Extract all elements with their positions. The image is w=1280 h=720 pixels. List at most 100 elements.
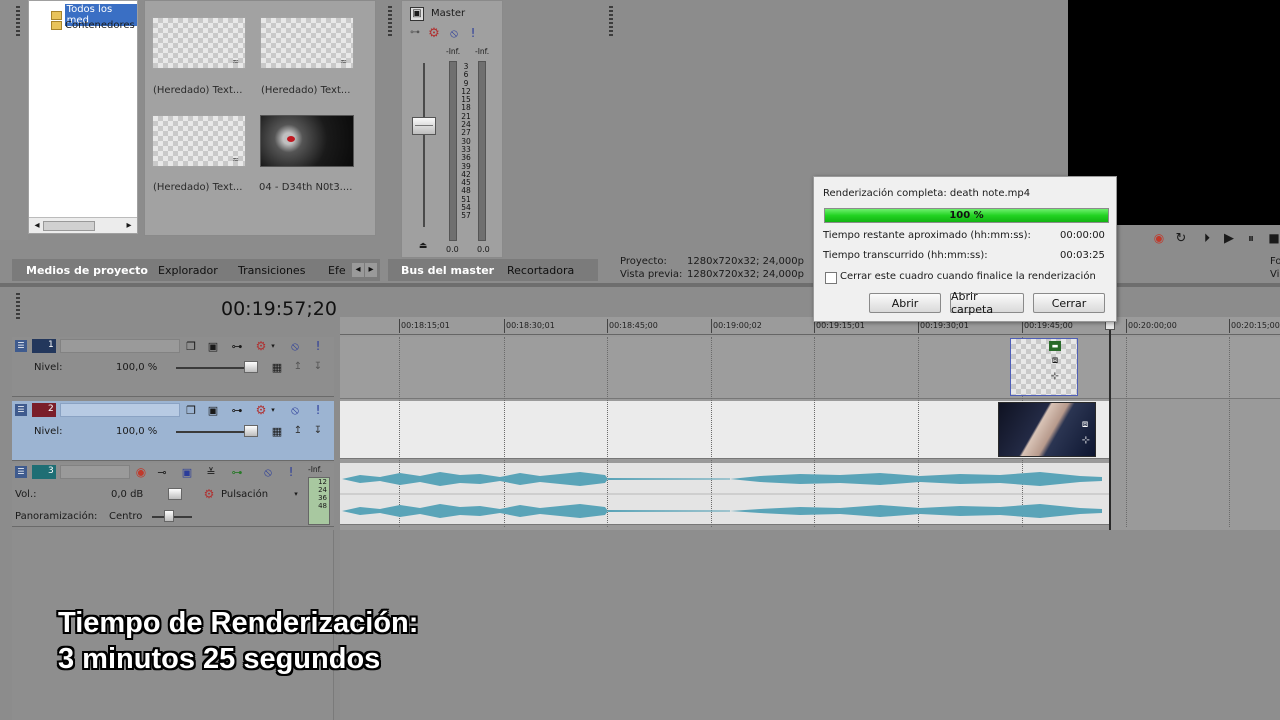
scroll-thumb[interactable] [43,221,95,231]
keyframe-icon[interactable]: ▦ [270,360,284,374]
vol-value: 0,0 dB [111,489,144,500]
panel-grip[interactable] [16,6,20,36]
track-name-field[interactable] [60,403,180,417]
progress-text: 100 % [949,210,984,221]
track-collapse-icon[interactable]: ☰ [15,466,27,478]
panel-grip[interactable] [388,6,392,36]
track-motion-icon[interactable]: ▣ [206,339,220,353]
video-event-clip[interactable]: ⧈ ⊹ [998,402,1096,457]
stop-icon[interactable]: ■ [1268,231,1280,245]
scroll-right-icon[interactable]: ▸ [124,220,134,232]
fx-gear-icon[interactable]: ⚙ [254,339,268,353]
composite-mode-icon[interactable]: ❐ [184,403,198,417]
chevron-down-icon[interactable]: ▾ [292,489,300,499]
tab-prev-icon[interactable]: ◂ [352,263,364,277]
record-icon[interactable]: ◉ [1152,231,1166,245]
track-header-1[interactable]: ☰ 1 ❐ ▣ ⊶ ⚙ ▾ ⦸ ! Nivel: 100,0 % ▦ ↥ ↧ [12,337,334,397]
scroll-left-icon[interactable]: ◂ [32,220,42,232]
solo-icon[interactable]: ! [314,339,322,353]
loop-icon[interactable]: ↻ [1174,231,1188,245]
crop-icon[interactable]: ⧈ [1049,355,1061,367]
lane-2[interactable] [340,401,1110,459]
level-slider[interactable] [244,361,258,373]
event-pan-crop-icon[interactable]: ▬ [1049,341,1061,351]
event-fx-icon[interactable]: ⊹ [1079,435,1093,447]
composite-mode-icon[interactable]: ❐ [184,339,198,353]
preview-label: Vista previa: [620,269,683,280]
ruler-label: 00:19:15;01 [816,321,865,330]
solo-icon[interactable]: ! [468,26,478,40]
track-collapse-icon[interactable]: ☰ [15,404,27,416]
track-name-field[interactable] [60,465,130,479]
event-fx-icon[interactable]: ⊹ [1048,371,1062,383]
tab-effects[interactable]: Efe [328,264,346,277]
solo-icon[interactable]: ! [314,403,322,417]
chevron-down-icon[interactable]: ▾ [269,405,277,415]
pan-slider[interactable] [164,510,174,522]
panel-grip[interactable] [609,6,613,36]
text-media-icon: ≈ [340,57,347,66]
track-fx-icon[interactable]: ▣ [180,465,194,479]
audio-waveform[interactable] [340,464,1110,524]
video-thumbnail[interactable] [260,115,354,167]
tab-transitions[interactable]: Transiciones [238,264,305,277]
crop-icon[interactable]: ⧈ [1079,419,1091,431]
media-thumbnail[interactable]: ≈ [152,115,246,167]
panel-grip[interactable] [16,293,20,321]
tab-project-media[interactable]: Medios de proyecto [26,264,148,277]
media-thumbnail[interactable]: ≈ [260,17,354,69]
open-folder-button[interactable]: Abrir carpeta [950,290,1024,316]
keyframe-icon[interactable]: ▦ [270,424,284,438]
remaining-value: 00:00:00 [1060,230,1105,241]
tab-explorer[interactable]: Explorador [158,264,218,277]
arrow-up-icon[interactable]: ↥ [292,424,304,438]
mute-icon[interactable]: ⦸ [288,403,302,417]
close-button[interactable]: Cerrar [1033,293,1105,313]
empty-timeline[interactable] [340,530,1280,720]
lock-icon[interactable]: ⏏ [418,241,428,251]
chevron-down-icon[interactable]: ▾ [269,341,277,351]
text-event-clip[interactable]: ▬ ⧈ ⊹ [1010,338,1078,396]
bypass-icon[interactable]: ⊶ [229,339,245,353]
arrow-down-icon[interactable]: ↧ [312,360,324,374]
ruler-label: 00:18:45;00 [609,321,658,330]
open-button[interactable]: Abrir [869,293,941,313]
mute-icon[interactable]: ⦸ [447,26,461,40]
track-collapse-icon[interactable]: ☰ [15,340,27,352]
invert-phase-icon[interactable]: ⊸ [155,465,169,479]
play-from-start-icon[interactable]: ⏵ [1198,231,1216,245]
pan-value: Centro [109,511,143,522]
track-header-3[interactable]: ☰ 3 ◉ ⊸ ▣ ≚ ⊶ ⦸ ! -Inf. Vol.: 0,0 dB ⚙ P… [12,463,334,527]
media-thumbnail[interactable]: ≈ [152,17,246,69]
tree-item-containers[interactable]: Contenedores [51,20,135,31]
level-slider[interactable] [244,425,258,437]
solo-icon[interactable]: ! [287,465,295,479]
track-motion-icon[interactable]: ▣ [206,403,220,417]
bus-routing-icon[interactable]: ⊶ [407,27,423,39]
pause-icon[interactable]: ⏸ [1244,231,1258,245]
mode-value[interactable]: Pulsación [221,489,268,500]
lane-1[interactable] [340,337,1280,399]
close-when-done-checkbox[interactable] [825,272,837,284]
tab-master-bus[interactable]: Bus del master [401,264,494,277]
mute-icon[interactable]: ⦸ [261,465,275,479]
bypass-icon[interactable]: ⊶ [228,465,246,479]
track-header-2[interactable]: ☰ 2 ❐ ▣ ⊶ ⚙ ▾ ⦸ ! Nivel: 100,0 % ▦ ↥ ↧ [12,401,334,461]
fx-gear-icon[interactable]: ⚙ [202,487,216,501]
automation-icon[interactable]: ≚ [204,465,218,479]
arm-record-icon[interactable]: ◉ [134,465,148,479]
fx-gear-icon[interactable]: ⚙ [427,26,441,40]
play-icon[interactable]: ▶ [1222,231,1236,245]
bypass-icon[interactable]: ⊶ [229,403,245,417]
tab-next-icon[interactable]: ▸ [365,263,377,277]
mute-icon[interactable]: ⦸ [288,339,302,353]
track-name-field[interactable] [60,339,180,353]
master-fader[interactable] [412,117,436,135]
arrow-up-icon[interactable]: ↥ [292,360,304,374]
volume-slider[interactable] [168,488,182,500]
tab-trimmer[interactable]: Recortadora [507,264,574,277]
arrow-down-icon[interactable]: ↧ [312,424,324,438]
horizontal-scrollbar[interactable]: ◂ ▸ [29,217,137,233]
value-left: 0.0 [446,245,459,254]
fx-gear-icon[interactable]: ⚙ [254,403,268,417]
